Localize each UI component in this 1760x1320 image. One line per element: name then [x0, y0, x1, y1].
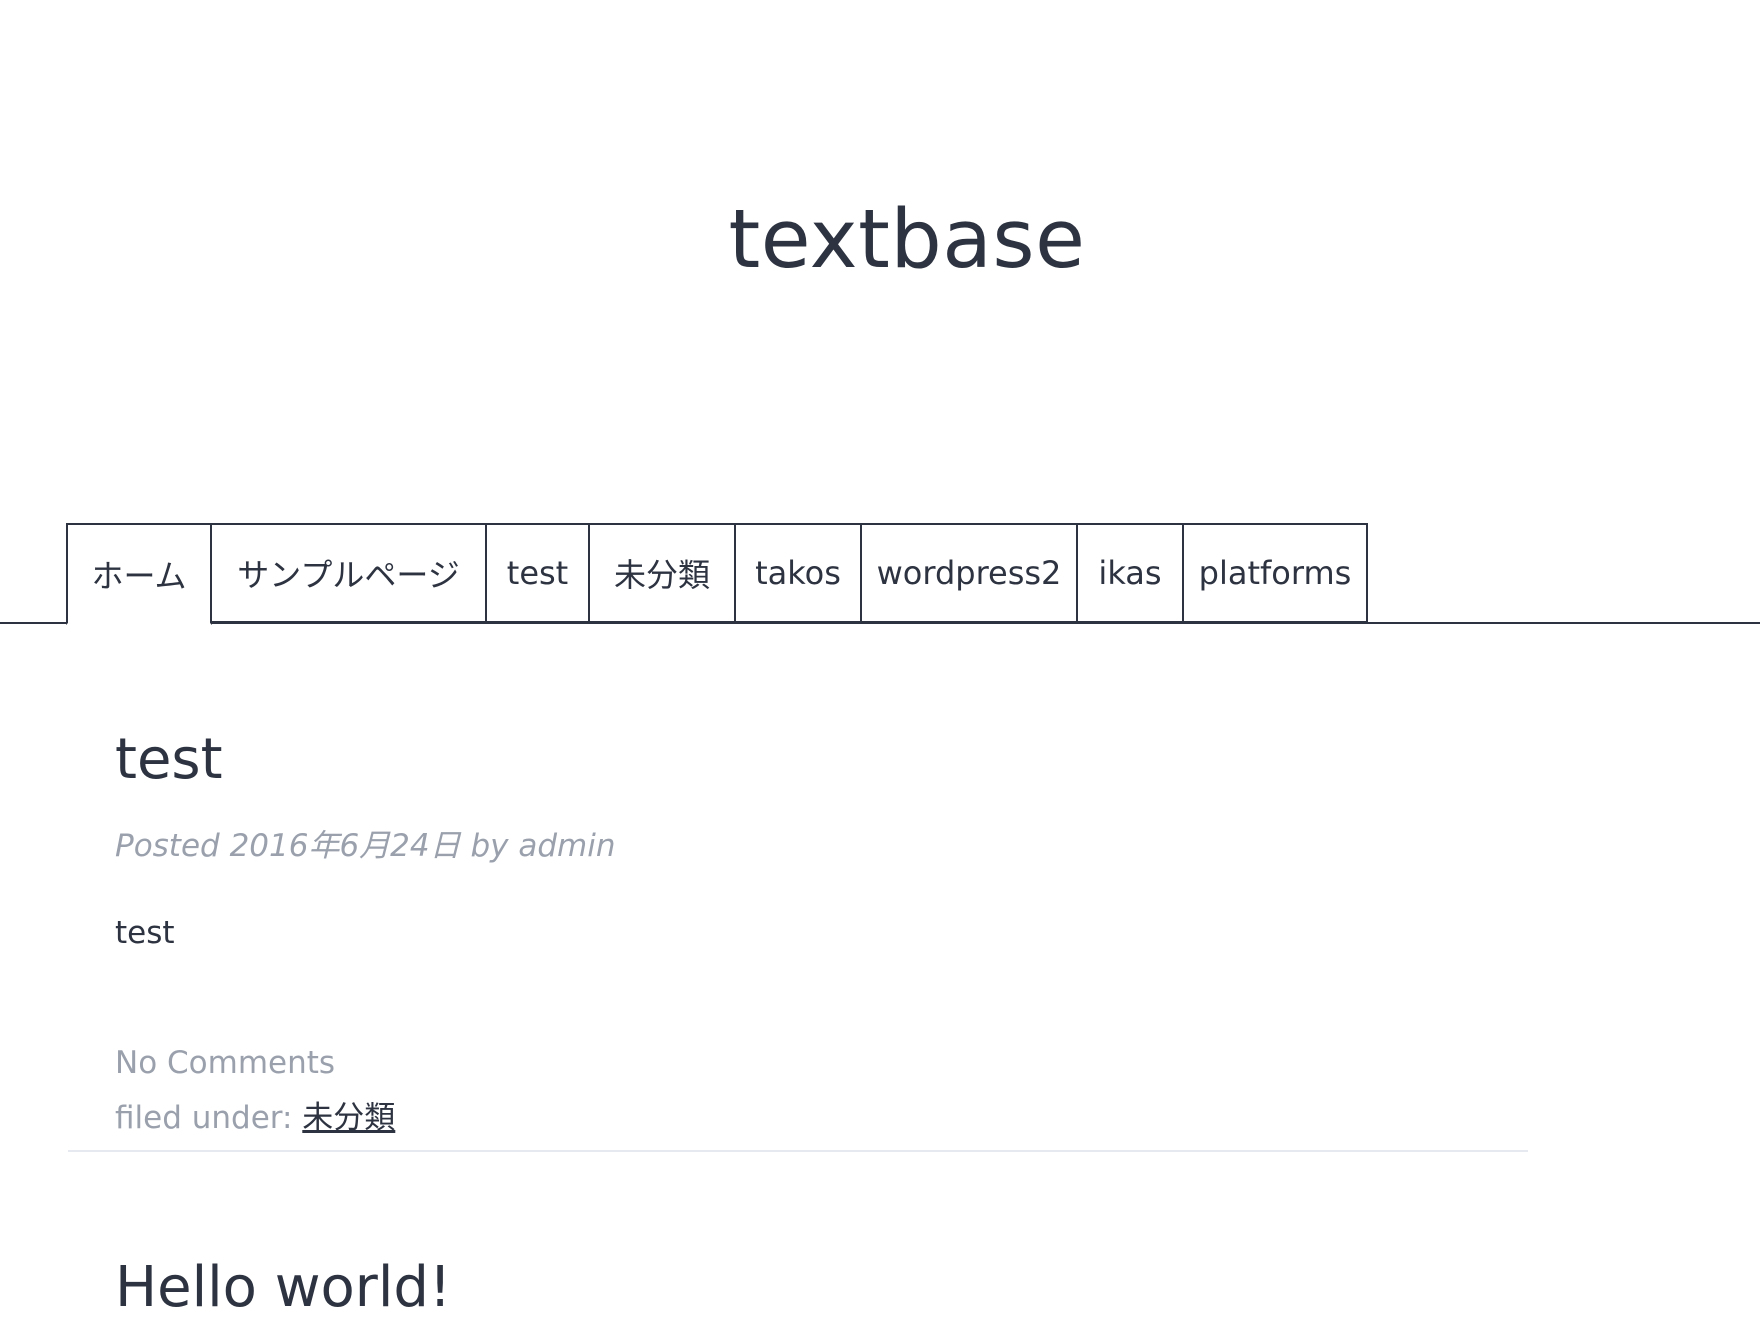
site-title[interactable]: textbase	[0, 200, 1760, 281]
tab-wordpress2[interactable]: wordpress2	[862, 523, 1078, 623]
page: textbase ホーム サンプルページ test 未分類 takos word…	[0, 0, 1760, 1320]
tab-platforms[interactable]: platforms	[1184, 523, 1368, 623]
post-category: filed under: 未分類	[115, 1092, 395, 1137]
post-title[interactable]: Hello world!	[115, 1260, 451, 1316]
tab-ikas[interactable]: ikas	[1078, 523, 1184, 623]
tab-uncategorized[interactable]: 未分類	[590, 523, 736, 623]
category-link[interactable]: 未分類	[302, 1100, 395, 1136]
tab-takos[interactable]: takos	[736, 523, 862, 623]
post-divider	[68, 1150, 1528, 1152]
post-meta: Posted 2016年6月24日 by admin	[115, 828, 616, 864]
filed-under-label: filed under:	[115, 1100, 303, 1136]
tab-home[interactable]: ホーム	[66, 523, 212, 625]
main-nav: ホーム サンプルページ test 未分類 takos wordpress2 ik…	[66, 523, 1368, 625]
post-title[interactable]: test	[115, 732, 223, 788]
post-body: test	[115, 915, 175, 951]
tab-test[interactable]: test	[487, 523, 590, 623]
comments-link[interactable]: No Comments	[115, 1045, 335, 1081]
tab-sample-page[interactable]: サンプルページ	[212, 523, 487, 623]
